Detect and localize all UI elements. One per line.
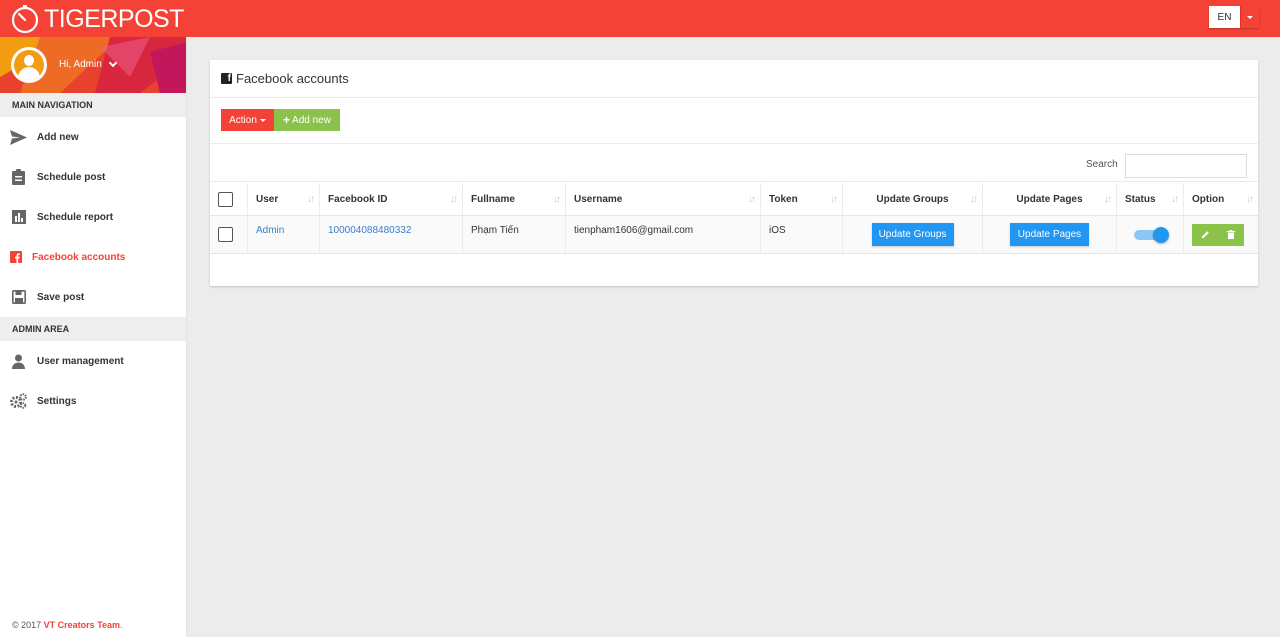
accounts-table: User ↓↑ Facebook ID ↓↑ Fullname ↓↑ Username… — [210, 183, 1258, 254]
sort-icon: ↓↑ — [1246, 194, 1254, 205]
sidebar-item-add-new[interactable]: Add new — [0, 117, 186, 157]
sidebar-item-label: Add new — [37, 131, 79, 143]
search-bar: Search — [210, 144, 1258, 182]
column-header-status[interactable]: Status ↓↑ — [1117, 183, 1184, 215]
column-header-fullname[interactable]: Fullname ↓↑ — [463, 183, 566, 215]
language-selector[interactable]: EN — [1209, 6, 1259, 28]
search-input[interactable] — [1125, 154, 1247, 178]
select-all-cell — [210, 183, 248, 215]
sidebar-item-schedule-report[interactable]: Schedule report — [0, 197, 186, 237]
caret-down-icon — [259, 118, 266, 122]
language-dropdown-toggle[interactable] — [1240, 6, 1259, 28]
sort-icon: ↓↑ — [307, 194, 315, 205]
column-header-facebook-id[interactable]: Facebook ID ↓↑ — [320, 183, 463, 215]
cell-fullname: Phạm Tiến — [463, 216, 566, 253]
facebook-icon: f — [221, 73, 232, 84]
user-greeting: Hi, Admin — [59, 59, 102, 70]
admin-area-header: ADMIN AREA — [0, 317, 186, 341]
column-header-username[interactable]: Username ↓↑ — [566, 183, 761, 215]
sidebar-item-label: Schedule post — [37, 171, 106, 183]
update-groups-button[interactable]: Update Groups — [871, 223, 954, 246]
toolbar: Action + Add new — [210, 98, 1258, 144]
add-new-button[interactable]: + Add new — [274, 109, 340, 131]
user-menu-toggle[interactable]: Hi, Admin — [59, 58, 118, 70]
facebook-icon — [10, 249, 22, 266]
bar-chart-icon — [10, 209, 27, 226]
column-header-token[interactable]: Token ↓↑ — [761, 183, 843, 215]
paper-plane-icon — [10, 129, 27, 146]
delete-button[interactable] — [1218, 223, 1244, 246]
language-label[interactable]: EN — [1209, 6, 1240, 28]
edit-button[interactable] — [1192, 223, 1218, 246]
cell-update-pages: Update Pages — [983, 216, 1117, 253]
sidebar-item-save-post[interactable]: Save post — [0, 277, 186, 317]
page-title: f Facebook accounts — [210, 60, 1258, 98]
sort-icon: ↓↑ — [830, 194, 838, 205]
logo-text: TIGERPOST — [44, 4, 184, 33]
sidebar-item-label: Settings — [37, 395, 77, 407]
cell-update-groups: Update Groups — [843, 216, 983, 253]
floppy-disk-icon — [10, 289, 27, 306]
search-label: Search — [1086, 159, 1118, 170]
sidebar-item-schedule-post[interactable]: Schedule post — [0, 157, 186, 197]
column-header-update-pages[interactable]: Update Pages ↓↑ — [983, 183, 1117, 215]
sort-icon: ↓↑ — [1104, 194, 1112, 205]
cell-status — [1117, 216, 1184, 253]
column-header-option[interactable]: Option ↓↑ — [1184, 183, 1258, 215]
row-checkbox[interactable] — [218, 227, 233, 242]
sidebar-item-label: Facebook accounts — [32, 251, 126, 263]
column-header-user[interactable]: User ↓↑ — [248, 183, 320, 215]
gears-icon — [10, 393, 27, 410]
select-all-checkbox[interactable] — [218, 191, 233, 207]
footer-brand-link[interactable]: VT Creators Team — [44, 620, 120, 630]
sidebar-item-settings[interactable]: Settings — [0, 381, 186, 421]
sidebar-item-user-management[interactable]: User management — [0, 341, 186, 381]
sort-icon: ↓↑ — [553, 194, 561, 205]
facebook-accounts-card: f Facebook accounts Action + Add new Sea… — [210, 60, 1258, 286]
user-icon — [10, 353, 27, 370]
trash-icon — [1227, 230, 1235, 239]
sort-icon: ↓↑ — [970, 194, 978, 205]
sidebar-item-facebook-accounts[interactable]: Facebook accounts — [0, 237, 186, 277]
option-button-group — [1192, 223, 1244, 246]
main-navigation-header: MAIN NAVIGATION — [0, 93, 186, 117]
sidebar-item-label: Save post — [37, 291, 85, 303]
stopwatch-logo-icon — [11, 5, 39, 34]
column-header-update-groups[interactable]: Update Groups ↓↑ — [843, 183, 983, 215]
cell-option — [1184, 216, 1258, 253]
cell-username: tienpham1606@gmail.com — [566, 216, 761, 253]
logo[interactable]: TIGERPOST — [10, 4, 184, 34]
cell-facebook-id: 100004088480332 — [320, 216, 463, 253]
cell-token: iOS — [761, 216, 843, 253]
pencil-icon — [1201, 231, 1209, 239]
sort-icon: ↓↑ — [748, 194, 756, 205]
cell-user: Admin — [248, 216, 320, 253]
page-title-text: Facebook accounts — [236, 71, 349, 86]
user-link[interactable]: Admin — [256, 225, 284, 236]
chevron-down-icon — [108, 58, 118, 68]
sidebar: Hi, Admin MAIN NAVIGATION Add new Schedu… — [0, 37, 187, 637]
plus-icon: + — [283, 113, 291, 127]
top-bar: TIGERPOST EN — [0, 0, 1280, 37]
update-pages-button[interactable]: Update Pages — [1010, 223, 1089, 246]
sidebar-item-label: User management — [37, 355, 124, 367]
status-toggle[interactable] — [1134, 226, 1169, 243]
user-profile-panel: Hi, Admin — [0, 37, 186, 93]
action-dropdown-button[interactable]: Action — [221, 109, 274, 131]
clipboard-icon — [10, 169, 27, 186]
sort-icon: ↓↑ — [1171, 194, 1179, 205]
caret-down-icon — [1247, 15, 1253, 19]
avatar[interactable] — [11, 47, 47, 83]
sidebar-item-label: Schedule report — [37, 211, 114, 223]
table-header-row: User ↓↑ Facebook ID ↓↑ Fullname ↓↑ Username… — [210, 183, 1258, 216]
footer-copyright: © 2017 VT Creators Team. — [12, 620, 123, 630]
table-row: Admin 100004088480332 Phạm Tiến tienpham… — [210, 216, 1258, 254]
facebook-id-link[interactable]: 100004088480332 — [328, 225, 411, 236]
sort-icon: ↓↑ — [450, 194, 458, 205]
row-select-cell — [210, 216, 248, 253]
